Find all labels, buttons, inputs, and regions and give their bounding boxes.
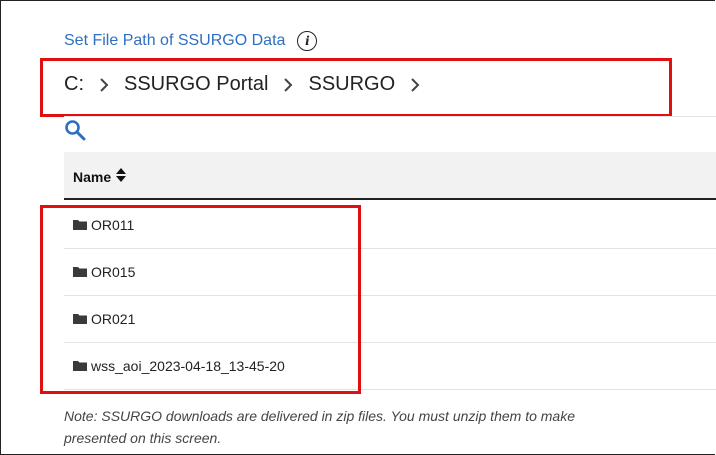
search-icon[interactable] xyxy=(64,119,86,146)
breadcrumb: C: SSURGO Portal SSURGO xyxy=(64,73,435,96)
folder-icon xyxy=(73,311,87,327)
column-header-name[interactable]: Name xyxy=(73,167,127,186)
breadcrumb-item-drive[interactable]: C: xyxy=(64,73,84,96)
folder-name[interactable]: OR015 xyxy=(91,264,135,280)
note-line-2: presented on this screen. xyxy=(64,430,222,446)
table-row[interactable]: wss_aoi_2023-04-18_13-45-20 xyxy=(64,343,716,390)
note-line-1: Note: SSURGO downloads are delivered in … xyxy=(64,408,575,424)
page-title: Set File Path of SSURGO Data xyxy=(64,32,286,49)
table-row[interactable]: OR015 xyxy=(64,249,716,296)
table-header: Name xyxy=(64,152,716,200)
folder-name[interactable]: OR011 xyxy=(91,217,134,233)
table-row[interactable]: OR021 xyxy=(64,296,716,343)
folder-name[interactable]: OR021 xyxy=(91,311,135,327)
title-row: Set File Path of SSURGO Data i xyxy=(64,31,318,51)
info-icon[interactable]: i xyxy=(297,31,318,51)
folder-icon xyxy=(73,217,87,233)
folder-icon xyxy=(73,264,87,280)
note-text: Note: SSURGO downloads are delivered in … xyxy=(64,405,716,449)
breadcrumb-item-ssurgo[interactable]: SSURGO xyxy=(308,73,395,96)
chevron-right-icon xyxy=(280,75,296,95)
divider xyxy=(64,116,716,117)
sort-icon[interactable] xyxy=(115,167,127,186)
column-header-label: Name xyxy=(73,168,112,185)
table-row[interactable]: OR011 xyxy=(64,202,716,249)
folder-name[interactable]: wss_aoi_2023-04-18_13-45-20 xyxy=(91,358,285,374)
folder-icon xyxy=(73,358,87,374)
breadcrumb-item-ssurgo-portal[interactable]: SSURGO Portal xyxy=(124,73,268,96)
chevron-right-icon[interactable] xyxy=(407,75,423,95)
chevron-right-icon xyxy=(96,75,112,95)
